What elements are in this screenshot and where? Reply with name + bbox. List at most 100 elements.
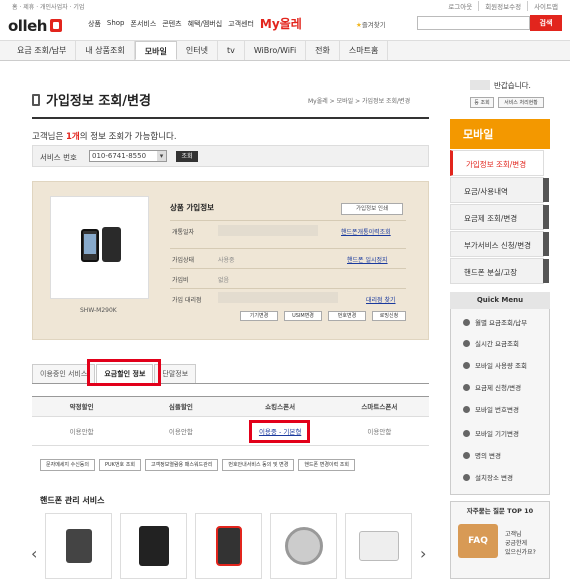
sim-card-thumb[interactable] [45, 513, 112, 579]
logout-link[interactable]: 로그아웃 [442, 1, 478, 11]
status-value: 사용중 [218, 257, 235, 264]
product-row [170, 268, 406, 286]
inquiry-button[interactable]: 등 조회 [470, 97, 494, 108]
search-input[interactable] [417, 16, 530, 30]
quick-item[interactable]: 실시간 요금조회 [463, 338, 519, 348]
store-search-link[interactable]: 대리점 찾기 [366, 295, 396, 304]
col-header: 약정할인 [69, 403, 94, 411]
puk-code-thumb[interactable] [120, 513, 187, 579]
favorite-button[interactable]: ★즐겨찾기 [356, 19, 386, 29]
side-menu-item[interactable]: 부가서비스 신청/변경 [450, 231, 549, 257]
service-number-select[interactable]: 010-6741-8550 [89, 150, 167, 162]
usage-icon [463, 362, 470, 369]
row-label: 가입 대리점 [172, 297, 202, 304]
gnav-item[interactable]: 고객센터 [228, 19, 254, 32]
quick-item[interactable]: 명의 변경 [463, 450, 501, 460]
quick-item[interactable]: 요금제 신청/변경 [463, 382, 521, 392]
gnav-item[interactable]: 폰서비스 [131, 19, 157, 32]
tab-tv[interactable]: tv [218, 41, 245, 60]
faq-text: 고객님 궁금한게 있으신가요? [505, 531, 536, 556]
masked-name [470, 80, 490, 90]
roaming-button[interactable]: 로밍신청 [372, 311, 406, 321]
print-button[interactable]: 가입정보 인쇄 [341, 203, 403, 215]
phone-icon [32, 94, 40, 106]
prev-arrow-icon[interactable]: ‹ [31, 544, 37, 563]
puk-button[interactable]: PUK번호 조회 [99, 459, 141, 471]
title-divider [32, 117, 429, 119]
page-title-text: 가입정보 조회/변경 [46, 94, 151, 109]
col-header: 쇼킹스폰서 [265, 403, 296, 411]
side-menu-item[interactable]: 핸드폰 분실/고장 [450, 258, 549, 284]
side-menu-item[interactable]: 요금/사용내역 [450, 177, 549, 203]
table-cell: 이용안함 [367, 428, 392, 436]
utility-left[interactable]: 홈 · 제휴 · 개인사업자 · 기업 [12, 2, 84, 11]
side-menu-item[interactable]: 요금제 조회/변경 [450, 204, 549, 230]
gnav-item[interactable]: Shop [107, 19, 125, 32]
quick-item[interactable]: 설치장소 변경 [463, 472, 513, 482]
service-label: 서비스 번호 [40, 153, 77, 162]
gnav-item[interactable]: 콘텐츠 [162, 19, 181, 32]
tab-phone[interactable]: 전화 [306, 41, 340, 60]
row-label: 개통일자 [172, 229, 195, 236]
tab-mobile[interactable]: 모바일 [134, 41, 177, 60]
plan-icon [463, 384, 470, 391]
service-status-button[interactable]: 서비스 처리현황 [498, 97, 544, 108]
service-search-button[interactable]: 조회 [176, 151, 198, 162]
quick-item[interactable]: 월별 요금조회/납부 [463, 317, 527, 327]
phone-image [50, 196, 149, 299]
phone-thumb[interactable] [195, 513, 262, 579]
olleh-logo[interactable]: olleh [8, 17, 62, 35]
phone-back-icon [102, 227, 121, 262]
row-label: 가입상태 [172, 257, 195, 264]
user-icon [463, 452, 470, 459]
quick-item[interactable]: 모바일 번호변경 [463, 404, 519, 414]
tab-smarthome[interactable]: 스마트홈 [340, 41, 389, 60]
side-section-title: 모바일 [450, 119, 550, 149]
gnav-item[interactable]: 혜택/멤버십 [188, 19, 223, 32]
table-cell: 이용안함 [168, 428, 193, 436]
product-title: 상품 가입정보 [170, 203, 215, 212]
logo-text: olleh [8, 17, 47, 35]
quick-item[interactable]: 모바일 사용량 조회 [463, 360, 527, 370]
usim-change-button[interactable]: USIM변경 [284, 311, 322, 321]
global-nav: 상품 Shop 폰서비스 콘텐츠 혜택/멤버십 고객센터 My올레 [88, 17, 302, 32]
number-guide-button[interactable]: 번호안내서비스 동의 및 변경 [222, 459, 295, 471]
tab-myproduct[interactable]: 내 상품조회 [76, 41, 135, 60]
number-change-button[interactable]: 번호변경 [328, 311, 366, 321]
next-arrow-icon[interactable]: › [420, 544, 426, 563]
device-icon [463, 430, 470, 437]
faq-title: 자주묻는 질문 TOP 10 [466, 507, 534, 515]
quick-item[interactable]: 모바일 기기변경 [463, 428, 519, 438]
folder-thumb[interactable] [345, 513, 412, 579]
suspend-link[interactable]: 핸드폰 일시정지 [347, 255, 388, 264]
highlight-box [87, 359, 161, 386]
search-button[interactable]: 검색 [530, 15, 562, 31]
phone-model: SHW-M290K [80, 307, 117, 314]
tab-services[interactable]: 이용중인 서비스 [32, 364, 96, 383]
gnav-item[interactable]: 상품 [88, 19, 101, 32]
handset-title: 핸드폰 관리 서비스 [40, 496, 105, 505]
main-tabs: 요금 조회/납부 내 상품조회 모바일 인터넷 tv WiBro/WiFi 전화… [0, 41, 570, 61]
sms-consent-button[interactable]: 문자메세지 수신동의 [40, 459, 95, 471]
tab-bill[interactable]: 요금 조회/납부 [8, 41, 77, 60]
activation-history-link[interactable]: 핸드폰개통이력조회 [341, 227, 391, 236]
fee-value: 없음 [218, 277, 230, 284]
member-edit-link[interactable]: 회원정보수정 [478, 1, 527, 11]
phone-front-icon [81, 229, 99, 262]
clock-thumb[interactable] [270, 513, 337, 579]
gnav-myolle[interactable]: My올레 [260, 15, 302, 32]
tab-internet[interactable]: 인터넷 [177, 41, 218, 60]
quick-menu-title: Quick Menu [450, 292, 550, 309]
col-header: 심플할인 [168, 403, 193, 411]
masked-value [218, 225, 318, 236]
realtime-icon [463, 340, 470, 347]
change-history-button[interactable]: 핸드폰 변경이력 조회 [298, 459, 355, 471]
table-row: 이용안함 이용안함 이용중 - 기본형 이용안함 [32, 418, 429, 446]
sitemap-link[interactable]: 사이트맵 [527, 1, 564, 11]
bill-icon [463, 319, 470, 326]
side-menu-item[interactable]: 가입정보 조회/변경 [450, 150, 544, 176]
table-cell: 이용안함 [69, 428, 94, 436]
device-change-button[interactable]: 기기변경 [240, 311, 278, 321]
password-button[interactable]: 고객정보열람용 패스워드관리 [144, 459, 219, 471]
tab-wibro[interactable]: WiBro/WiFi [245, 41, 307, 60]
